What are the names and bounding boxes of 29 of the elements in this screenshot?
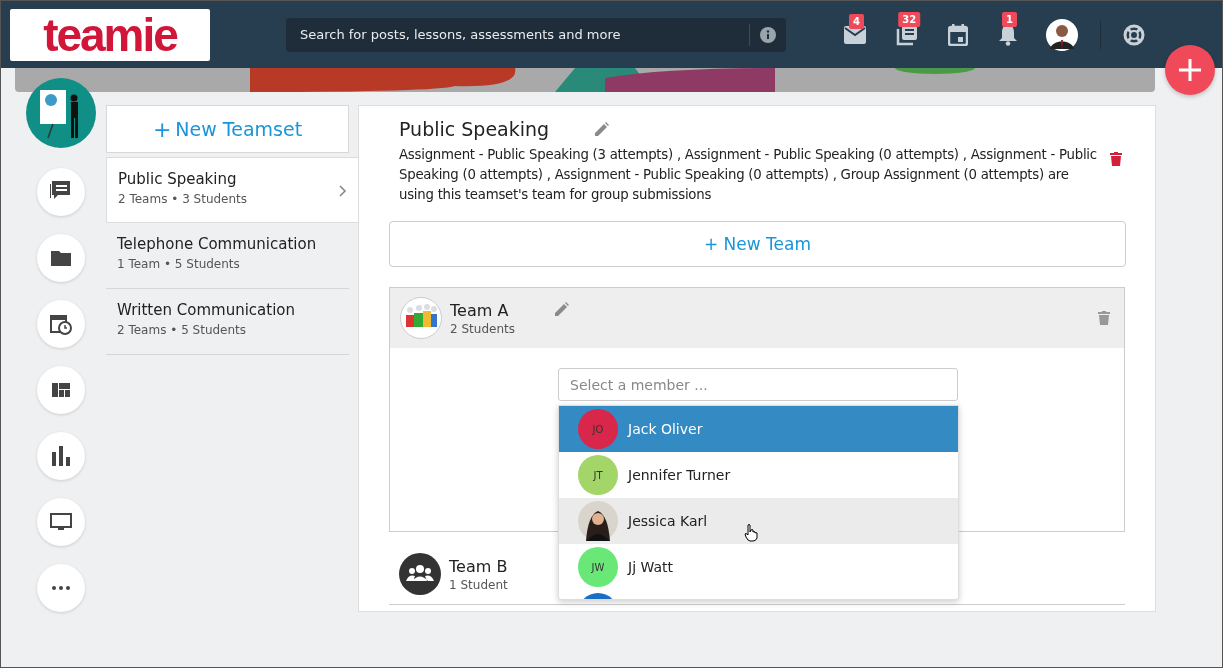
notification-count: 1 bbox=[1002, 11, 1017, 27]
team-name: Team B bbox=[449, 556, 508, 576]
teamset-item[interactable]: Telephone Communication 1 Team • 5 Students bbox=[106, 223, 349, 289]
notification-count: 4 bbox=[849, 13, 864, 29]
teamset-name: Telephone Communication bbox=[117, 235, 318, 253]
team-member-count: 1 Student bbox=[449, 577, 508, 592]
search-field[interactable]: Search for posts, lessons, assessments and more bbox=[298, 26, 749, 43]
teamset-meta: 2 Teams • 5 Students bbox=[117, 323, 248, 337]
logo[interactable]: teamie bbox=[10, 8, 210, 61]
member-select-field[interactable]: Select a member ... bbox=[558, 368, 958, 401]
usage-description: Assignment - Public Speaking (3 attempts) , Assignment - Public Speaking (0 attempts) , Assignment - Public Speaking (0 attempts) , Assignment - Public Speaking (0 attempts) , Group Assignment (0 attempts) are using this teamset's team for group submissions bbox=[399, 146, 1098, 204]
member-option[interactable]: JW Jj Watt bbox=[559, 544, 958, 590]
notification-count: 32 bbox=[898, 11, 921, 27]
team-member-count: 2 Students bbox=[450, 321, 515, 336]
member-option[interactable]: JT Jennifer Turner bbox=[559, 452, 958, 498]
teamset-meta: 1 Team • 5 Students bbox=[117, 257, 241, 271]
member-avatar: JW bbox=[578, 547, 618, 587]
team-name: Team A bbox=[450, 300, 510, 320]
search-bar[interactable]: Search for posts, lessons, assessments and more bbox=[286, 17, 786, 52]
member-avatar: JO bbox=[578, 409, 618, 449]
teamset-meta: 2 Teams • 3 Students bbox=[118, 192, 249, 206]
teamset-item[interactable]: Public Speaking 2 Teams • 3 Students bbox=[106, 157, 358, 223]
member-option[interactable]: JO Jack Oliver bbox=[559, 406, 958, 452]
teamset-name: Public Speaking bbox=[118, 170, 238, 188]
teamset-item[interactable]: Written Communication 2 Teams • 5 Students bbox=[106, 289, 349, 355]
teamset-name: Written Communication bbox=[117, 301, 296, 319]
member-option[interactable]: Jessica Karl bbox=[559, 498, 958, 544]
member-avatar: JT bbox=[578, 455, 618, 495]
teamset-title: Public Speaking bbox=[399, 118, 550, 140]
